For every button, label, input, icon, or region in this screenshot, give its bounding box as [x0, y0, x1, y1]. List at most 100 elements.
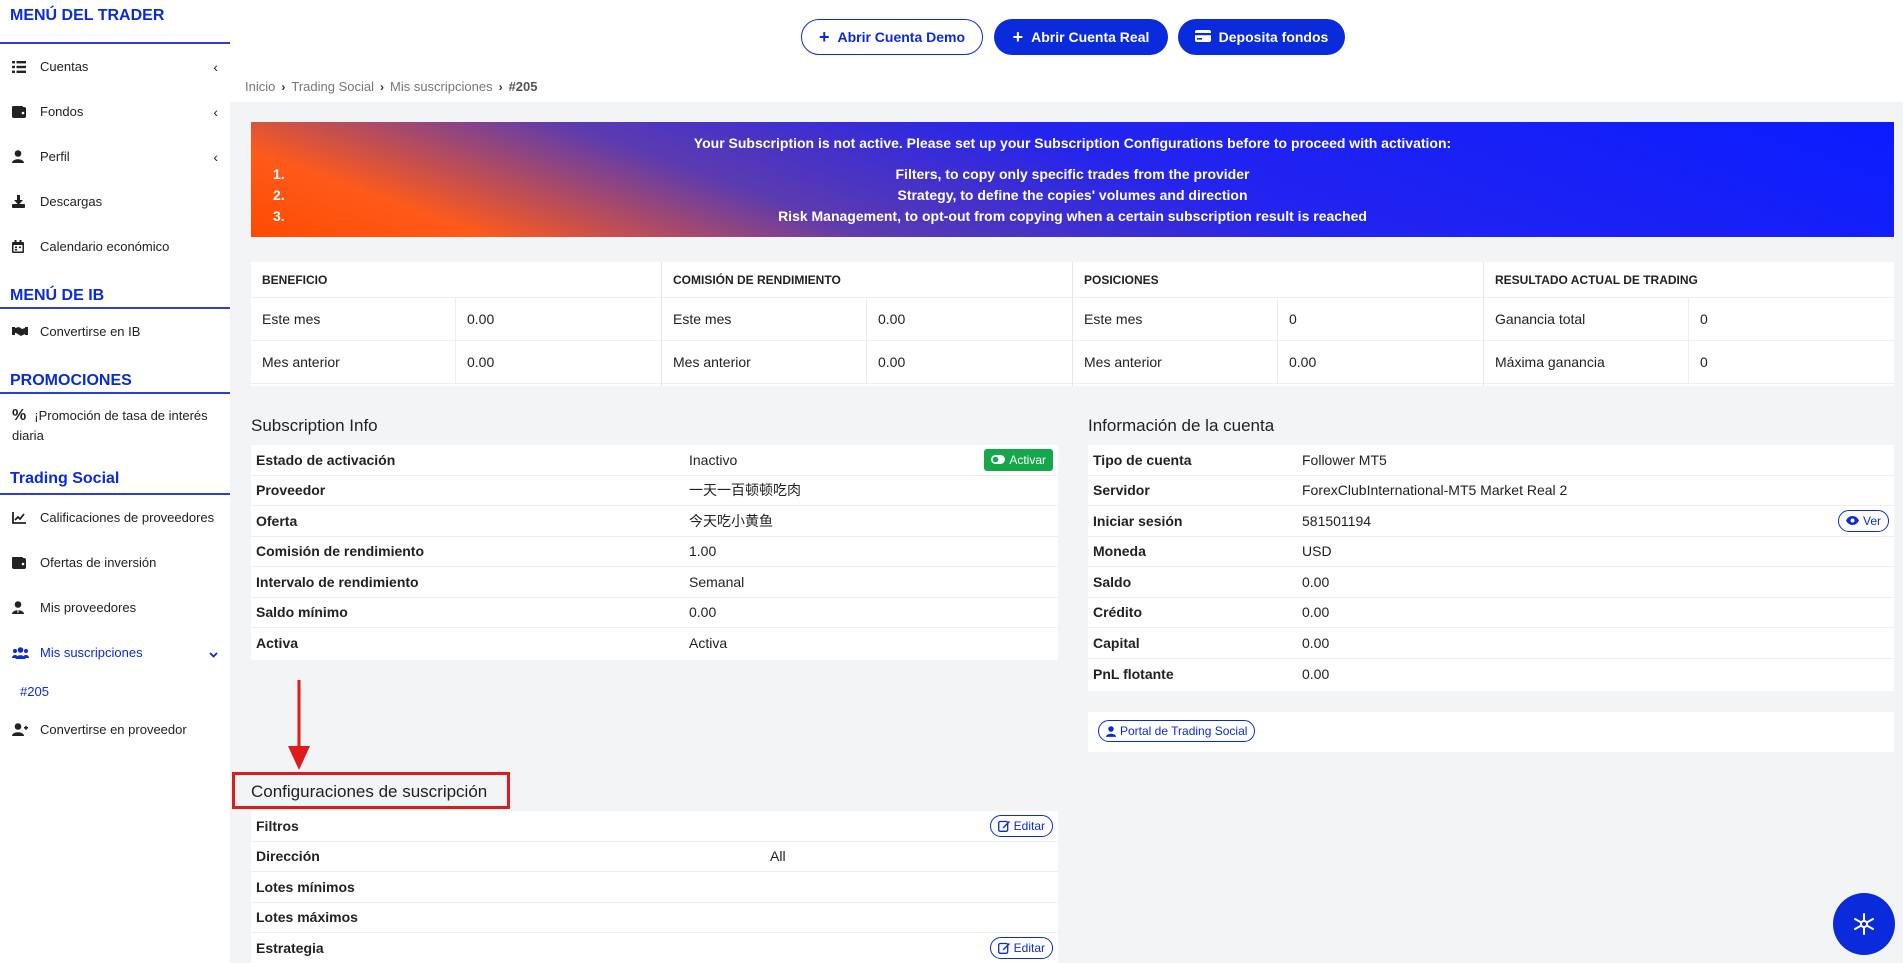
sidebar-item-label: Calificaciones de proveedores — [40, 510, 215, 525]
stat-row: Mes anterior 0.00 — [251, 341, 661, 384]
sidebar-item-convertirse-proveedor[interactable]: Convertirse en proveedor — [0, 707, 230, 752]
chevron-down-icon — [209, 645, 218, 661]
config-row: Dirección All — [251, 842, 1058, 872]
breadcrumb-mis-suscripciones[interactable]: Mis suscripciones — [390, 79, 493, 94]
sidebar-subitem-205[interactable]: #205 — [0, 675, 230, 707]
floating-help-button[interactable] — [1833, 893, 1895, 955]
sidebar-item-mis-proveedores[interactable]: Mis proveedores — [0, 585, 230, 630]
edit-label: Editar — [1013, 941, 1045, 956]
info-row: Servidor ForexClubInternational-MT5 Marke… — [1088, 476, 1894, 506]
wallet-icon — [12, 105, 32, 118]
chart-line-icon — [12, 511, 32, 524]
annotation-arrow — [288, 680, 310, 770]
sidebar-item-descargas[interactable]: Descargas — [0, 179, 230, 224]
chevron-right-icon: › — [498, 79, 503, 94]
social-trading-portal-button[interactable]: Portal de Trading Social — [1098, 720, 1256, 742]
config-panel: Filtros Editar Dirección All Lotes mínimo… — [251, 811, 1058, 963]
stats-panel: BENEFICIO Este mes 0.00 Mes anterior 0.00 … — [251, 262, 1894, 386]
sidebar-item-calificaciones[interactable]: Calificaciones de proveedores — [0, 495, 230, 540]
view-login-button[interactable]: Ver — [1837, 509, 1889, 532]
account-info-panel: Tipo de cuenta Follower MT5 Servidor Forex… — [1088, 445, 1894, 691]
edit-filters-button[interactable]: Editar — [989, 814, 1053, 837]
sidebar-item-fondos[interactable]: Fondos ‹ — [0, 89, 230, 134]
edit-icon — [997, 943, 1010, 955]
info-row: Saldo mínimo 0.00 — [251, 598, 1058, 628]
info-row: Capital 0.00 — [1088, 628, 1894, 659]
eye-icon — [1845, 516, 1859, 526]
chevron-left-icon: ‹ — [213, 148, 218, 165]
info-row: Intervalo de rendimiento Semanal — [251, 567, 1058, 598]
sidebar-item-cuentas[interactable]: Cuentas ‹ — [0, 44, 230, 89]
view-label: Ver — [1862, 513, 1881, 528]
info-row: Comisión de rendimiento 1.00 — [251, 537, 1058, 567]
breadcrumb-inicio[interactable]: Inicio — [245, 79, 275, 94]
banner-item: 1. Filters, to copy only specific trades … — [273, 166, 1250, 182]
plus-icon: + — [1012, 26, 1024, 47]
stat-row: Ganancia total 0 — [1484, 298, 1894, 341]
stat-col-resultado: RESULTADO ACTUAL DE TRADING Ganancia tot… — [1484, 262, 1894, 386]
stat-row: Este mes 0.00 — [662, 298, 1072, 341]
handshake-icon — [12, 326, 32, 337]
breadcrumb-trading-social[interactable]: Trading Social — [291, 79, 374, 94]
list-icon — [12, 60, 32, 73]
subscription-info-panel: Estado de activación Inactivo Activar Pr… — [251, 445, 1058, 660]
open-demo-account-button[interactable]: + Abrir Cuenta Demo — [801, 19, 983, 55]
open-demo-account-label: Abrir Cuenta Demo — [837, 29, 966, 45]
sidebar-item-promocion[interactable]: % ¡Promoción de tasa de interés diaria — [0, 394, 230, 454]
user-icon — [12, 150, 32, 163]
sidebar-item-perfil[interactable]: Perfil ‹ — [0, 134, 230, 179]
stat-row: Este mes 0.00 — [251, 298, 661, 341]
sidebar-item-label: Cuentas — [40, 59, 89, 74]
user-tie-icon — [1106, 725, 1116, 737]
chevron-right-icon: › — [379, 79, 384, 94]
sidebar-item-ofertas[interactable]: Ofertas de inversión — [0, 540, 230, 585]
breadcrumb: Inicio › Trading Social › Mis suscripcio… — [245, 79, 538, 94]
config-row: Filtros Editar — [251, 811, 1058, 842]
config-row: Lotes máximos — [251, 903, 1058, 933]
stat-col-beneficio: BENEFICIO Este mes 0.00 Mes anterior 0.00 — [251, 262, 662, 386]
info-row: Iniciar sesión 581501194 Ver — [1088, 506, 1894, 537]
stat-row: Mes anterior 0.00 — [1073, 341, 1483, 384]
sidebar-item-label: Descargas — [40, 194, 103, 209]
calendar-icon — [12, 240, 32, 253]
deposit-funds-button[interactable]: Deposita fondos — [1178, 19, 1345, 55]
info-row: Oferta 今天吃小黄鱼 — [251, 506, 1058, 537]
trader-menu-title: MENÚ DEL TRADER — [0, 0, 230, 44]
open-real-account-label: Abrir Cuenta Real — [1031, 29, 1150, 45]
sidebar-item-calendario[interactable]: Calendario económico — [0, 224, 230, 269]
info-row: PnL flotante 0.00 — [1093, 665, 1330, 682]
sidebar: MENÚ DEL TRADER Cuentas ‹ Fondos ‹ Perfi… — [0, 0, 230, 963]
user-tie-icon — [12, 601, 32, 614]
chevron-left-icon: ‹ — [213, 103, 218, 120]
sidebar-item-label: Mis proveedores — [40, 600, 137, 615]
activate-button[interactable]: Activar — [984, 448, 1053, 471]
portal-box: Portal de Trading Social — [1088, 712, 1894, 752]
breadcrumb-current: #205 — [508, 79, 538, 94]
sidebar-item-convertirse-ib[interactable]: Convertirse en IB — [0, 309, 230, 354]
social-menu-title: Trading Social — [0, 454, 230, 495]
user-plus-icon — [12, 723, 32, 736]
config-row: Estrategia Editar — [251, 933, 1058, 963]
edit-icon — [997, 820, 1010, 832]
edit-strategy-button[interactable]: Editar — [989, 937, 1053, 960]
stat-row: Este mes 0 — [1073, 298, 1483, 341]
percent-icon: % — [12, 407, 27, 424]
info-row: Estado de activación Inactivo Activar — [251, 445, 1058, 476]
info-row: Tipo de cuenta Follower MT5 — [1088, 445, 1894, 476]
sidebar-item-label: ¡Promoción de tasa de interés diaria — [12, 408, 208, 443]
users-icon — [12, 646, 32, 659]
config-row: Lotes mínimos — [251, 872, 1058, 903]
toggle-icon — [991, 455, 1006, 465]
info-row: Moneda USD — [1088, 537, 1894, 567]
ib-menu-title: MENÚ DE IB — [0, 269, 230, 309]
stat-title: POSICIONES — [1073, 262, 1483, 298]
sidebar-item-mis-suscripciones[interactable]: Mis suscripciones — [0, 630, 230, 675]
sidebar-item-label: Calendario económico — [40, 239, 170, 254]
stat-col-posiciones: POSICIONES Este mes 0 Mes anterior 0.00 — [1073, 262, 1484, 386]
open-real-account-button[interactable]: + Abrir Cuenta Real — [994, 19, 1168, 55]
topbar: + Abrir Cuenta Demo + Abrir Cuenta Real … — [230, 0, 1903, 102]
promo-menu-title: PROMOCIONES — [0, 354, 230, 394]
sidebar-item-label: Convertirse en proveedor — [40, 722, 187, 737]
snowflake-icon — [1854, 913, 1874, 935]
inactive-subscription-banner: Your Subscription is not active. Please … — [251, 122, 1894, 237]
